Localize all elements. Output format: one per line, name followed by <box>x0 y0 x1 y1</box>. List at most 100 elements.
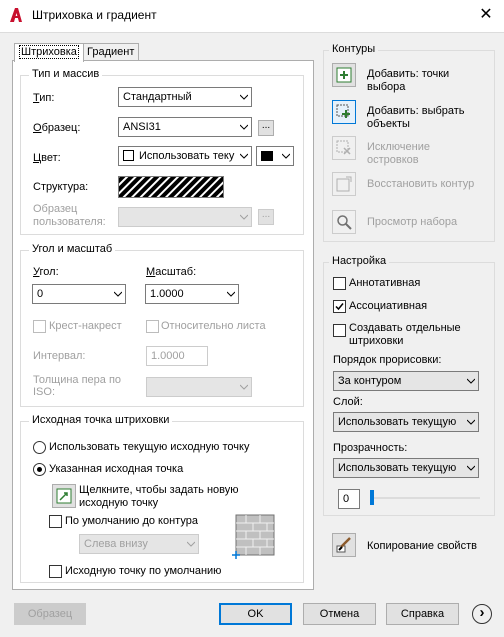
specified-origin-label: Указанная исходная точка <box>49 463 184 475</box>
angle-label: Угол: <box>33 266 59 278</box>
tab-gradient[interactable]: Градиент <box>82 43 140 61</box>
help-button[interactable]: Справка <box>386 603 459 625</box>
autocad-app-icon <box>10 8 22 22</box>
black-swatch-icon <box>261 151 273 161</box>
tab-hatch[interactable]: Штриховка <box>14 43 84 62</box>
use-current-origin-radio[interactable] <box>33 441 46 454</box>
use-current-origin-label: Использовать текущую исходную точку <box>49 441 250 453</box>
transparency-label: Прозрачность: <box>333 442 408 454</box>
close-button[interactable]: ✕ <box>474 4 498 26</box>
add-pick-points-label: Добавить: точки выбора <box>367 68 450 93</box>
click-set-origin-label: Щелкните, чтобы задать новую исходную точ… <box>79 484 239 509</box>
transparency-select[interactable]: Использовать текущую <box>333 458 479 478</box>
add-select-objects-label: Добавить: выбрать объекты <box>367 105 465 130</box>
scale-select[interactable]: 1.0000 <box>145 284 239 304</box>
chevron-down-icon <box>114 291 122 297</box>
pattern-label: Образец: <box>33 122 81 134</box>
store-default-origin-checkbox[interactable] <box>49 565 62 578</box>
add-select-objects-button[interactable] <box>332 100 356 124</box>
chevron-down-icon <box>240 124 248 130</box>
spacing-label: Интервал: <box>33 350 86 362</box>
layer-label: Слой: <box>333 396 363 408</box>
remove-islands-button[interactable] <box>332 136 356 160</box>
draw-order-label: Порядок прорисовки: <box>333 354 442 366</box>
origin-position-select[interactable]: Слева внизу <box>79 534 199 554</box>
angle-scale-group-title: Угол и масштаб <box>29 243 116 255</box>
color-swatch-icon <box>123 150 134 161</box>
double-label: Крест-накрест <box>49 320 122 332</box>
default-boundary-checkbox[interactable] <box>49 515 62 528</box>
recreate-boundary-label: Восстановить контур <box>367 178 475 190</box>
user-pattern-label: Образец пользователя: <box>33 203 106 228</box>
relative-paper-checkbox[interactable] <box>146 320 159 333</box>
chevron-down-icon <box>467 465 475 471</box>
chevron-down-icon <box>467 419 475 425</box>
boundaries-group-title: Контуры <box>329 43 379 55</box>
background-color-select[interactable] <box>256 146 294 166</box>
annotative-checkbox[interactable] <box>333 277 346 290</box>
brick-origin-preview-icon <box>232 514 275 559</box>
preview-button[interactable]: Образец <box>14 603 86 625</box>
title-divider <box>0 32 504 33</box>
chevron-down-icon <box>282 153 290 159</box>
default-boundary-label: По умолчанию до контура <box>65 515 198 527</box>
ok-button[interactable]: OK <box>219 603 292 625</box>
pick-point-icon <box>56 488 72 504</box>
transparency-slider-track[interactable] <box>370 497 480 499</box>
annotative-label: Аннотативная <box>349 277 421 289</box>
chevron-down-icon <box>240 384 248 390</box>
window-title: Штриховка и градиент <box>32 8 157 22</box>
chevron-down-icon <box>240 214 248 220</box>
inherit-properties-button[interactable] <box>332 533 356 557</box>
pattern-select[interactable]: ANSI31 <box>118 117 252 137</box>
more-options-button[interactable]: › <box>472 604 492 624</box>
double-checkbox[interactable] <box>33 320 46 333</box>
color-label: Цвет: <box>33 152 61 164</box>
transparency-slider-thumb[interactable] <box>370 490 374 505</box>
layer-select[interactable]: Использовать текущую <box>333 412 479 432</box>
user-pattern-select[interactable] <box>118 207 252 227</box>
radio-dot <box>37 467 42 472</box>
add-select-objects-icon <box>336 104 350 118</box>
specified-origin-radio[interactable] <box>33 463 46 476</box>
associative-checkbox[interactable] <box>333 300 346 313</box>
structure-label: Структура: <box>33 181 89 193</box>
chevron-down-icon <box>187 541 195 547</box>
recreate-boundary-icon <box>336 176 352 192</box>
angle-select[interactable]: 0 <box>32 284 126 304</box>
associative-label: Ассоциативная <box>349 300 428 312</box>
type-pattern-group-title: Тип и массив <box>29 68 103 80</box>
spacing-input[interactable]: 1.0000 <box>146 346 208 366</box>
pen-width-label: Толщина пера по ISO: <box>33 374 122 398</box>
store-default-origin-label: Исходную точку по умолчанию <box>65 565 222 577</box>
pen-width-select[interactable] <box>146 377 252 397</box>
relative-paper-label: Относительно листа <box>161 320 266 332</box>
options-group-title: Настройка <box>329 255 390 267</box>
pick-origin-button[interactable] <box>52 484 76 508</box>
type-label: Тип: <box>33 92 55 104</box>
recreate-boundary-button[interactable] <box>332 172 356 196</box>
separate-hatches-label: Создавать отдельные штриховки <box>349 322 461 347</box>
type-select[interactable]: Стандартный <box>118 87 252 107</box>
hatch-origin-group-title: Исходная точка штриховки <box>29 414 173 426</box>
hatch-pattern-swatch[interactable] <box>118 176 224 198</box>
add-pick-points-icon <box>336 67 352 83</box>
chevron-down-icon <box>240 94 248 100</box>
user-pattern-browse-button[interactable]: ... <box>258 209 274 225</box>
view-selections-button[interactable] <box>332 210 356 234</box>
draw-order-select[interactable]: За контуром <box>333 371 479 391</box>
magnifier-icon <box>337 215 352 230</box>
chevron-down-icon <box>240 153 248 159</box>
view-selections-label: Просмотр набора <box>367 216 458 228</box>
cancel-button[interactable]: Отмена <box>303 603 376 625</box>
separate-hatches-checkbox[interactable] <box>333 324 346 337</box>
pattern-browse-button[interactable]: ... <box>258 120 274 136</box>
inherit-properties-label: Копирование свойств <box>367 540 477 552</box>
transparency-value-input[interactable]: 0 <box>338 489 360 509</box>
checkmark-icon <box>335 303 344 311</box>
chevron-down-icon <box>227 291 235 297</box>
add-pick-points-button[interactable] <box>332 63 356 87</box>
scale-label: Масштаб: <box>146 266 197 278</box>
color-select[interactable]: Использовать теку <box>118 146 252 166</box>
remove-islands-icon <box>336 140 351 155</box>
